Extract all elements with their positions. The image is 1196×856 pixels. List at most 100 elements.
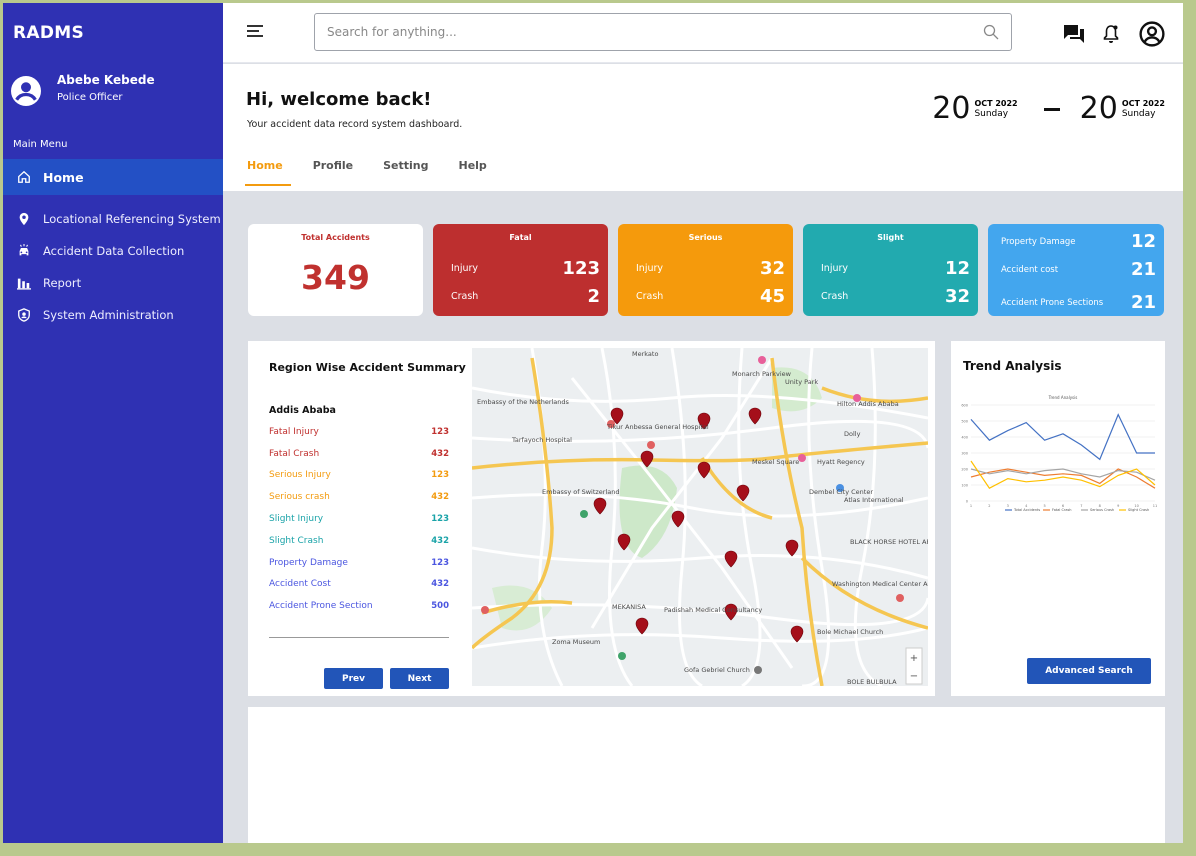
- sidebar-item-label: Home: [43, 169, 84, 185]
- summary-value: 123: [431, 557, 449, 568]
- card-title: Total Accidents: [301, 233, 370, 242]
- car-crash-icon: [17, 244, 31, 258]
- map-label: Zoma Museum: [552, 638, 601, 646]
- slight-crash-value: 32: [944, 286, 970, 307]
- fatal-card[interactable]: Fatal Injury 123 Crash 2: [433, 224, 608, 316]
- property-damage-value: 12: [1130, 231, 1156, 252]
- summary-value: 432: [431, 535, 449, 546]
- slight-injury-value: 12: [944, 258, 970, 279]
- notification-bell-icon[interactable]: [1103, 24, 1119, 44]
- card-title: Fatal: [509, 233, 532, 242]
- summary-label: Fatal Injury: [269, 426, 319, 437]
- home-icon: [17, 170, 31, 184]
- chart-y-tick: 500: [961, 420, 968, 424]
- map-label: Meskel Square: [752, 458, 800, 466]
- summary-label: Fatal Crash: [269, 448, 320, 459]
- total-accidents-card[interactable]: Total Accidents 349: [248, 224, 423, 316]
- total-accidents-value: 349: [301, 258, 370, 297]
- sidebar-item-accident-data-collection[interactable]: Accident Data Collection: [3, 235, 223, 267]
- card-label: Crash: [821, 291, 849, 302]
- summary-row: Serious Injury 123: [269, 465, 449, 487]
- date-month: OCT 2022: [974, 98, 1018, 108]
- menu-title: Main Menu: [13, 139, 68, 150]
- trend-title: Trend Analysis: [963, 359, 1062, 373]
- sidebar-item-home[interactable]: Home: [3, 159, 223, 195]
- summary-value: 432: [431, 448, 449, 459]
- chart-title: Trend Analysis: [1048, 395, 1078, 400]
- search-box: [314, 13, 1012, 51]
- property-card[interactable]: Property Damage 12 Accident cost 21 Accide…: [988, 224, 1164, 316]
- chart-y-tick: 100: [961, 484, 968, 488]
- summary-label: Serious Injury: [269, 470, 331, 481]
- date-range[interactable]: 20 OCT 2022 Sunday 20 OCT 2022 Sunday: [932, 94, 1165, 124]
- tab-help[interactable]: Help: [459, 159, 487, 186]
- map-label: Tikur Anbessa General Hospital: [607, 423, 709, 431]
- region-name: Addis Ababa: [269, 405, 336, 416]
- chat-icon[interactable]: [1063, 24, 1085, 44]
- summary-label: Slight Crash: [269, 535, 324, 546]
- map-label: Monarch Parkview: [732, 370, 791, 378]
- chart-y-tick: 400: [961, 436, 968, 440]
- sidebar-item-label: Locational Referencing System: [43, 212, 221, 226]
- summary-value: 123: [431, 514, 449, 525]
- svg-text:−: −: [910, 671, 918, 682]
- chart-y-tick: 200: [961, 468, 968, 472]
- page-title: Hi, welcome back!: [246, 89, 432, 110]
- sidebar: RADMS Abebe Kebede Police Officer Main M…: [3, 3, 223, 843]
- accident-map[interactable]: + − Merkato Monarch Parkview Unity Park Emb…: [472, 348, 928, 686]
- dashboard-header: Hi, welcome back! Your accident data rec…: [223, 64, 1183, 191]
- chart-series-line: [970, 460, 1156, 489]
- legend-label: Fatal Crash: [1052, 508, 1072, 512]
- card-label: Property Damage: [1001, 236, 1076, 247]
- bar-chart-icon: [17, 276, 31, 290]
- serious-card[interactable]: Serious Injury 32 Crash 45: [618, 224, 793, 316]
- search-icon[interactable]: [983, 24, 999, 40]
- trend-chart[interactable]: 01002003004005006001 2 3 4 5 6 7 8 9 10 11Trend An…: [955, 391, 1161, 515]
- summary-label: Accident Cost: [269, 579, 331, 590]
- summary-label: Serious crash: [269, 492, 330, 503]
- sidebar-nav: Home Locational Referencing System Accid…: [3, 159, 223, 331]
- next-button[interactable]: Next: [390, 668, 449, 689]
- user-profile[interactable]: Abebe Kebede Police Officer: [11, 73, 155, 106]
- date-from[interactable]: 20 OCT 2022 Sunday: [932, 94, 1017, 124]
- tab-home[interactable]: Home: [245, 159, 291, 186]
- summary-label: Slight Injury: [269, 514, 324, 525]
- date-to[interactable]: 20 OCT 2022 Sunday: [1080, 94, 1165, 124]
- legend-label: Serious Crash: [1090, 508, 1114, 512]
- summary-row: Accident Prone Section 500: [269, 595, 449, 617]
- sidebar-item-report[interactable]: Report: [3, 267, 223, 299]
- map-label: Atlas International: [844, 496, 904, 504]
- date-day: 20: [1079, 91, 1118, 126]
- map-label: Embassy of Switzerland: [542, 488, 620, 496]
- serious-crash-value: 45: [759, 286, 785, 307]
- card-label: Crash: [451, 291, 479, 302]
- map-label: Dolly: [844, 430, 861, 438]
- summary-value: 432: [431, 579, 449, 590]
- chart-y-tick: 600: [961, 404, 968, 408]
- app-window: RADMS Abebe Kebede Police Officer Main M…: [3, 3, 1183, 843]
- map-label: Dembel City Center: [809, 488, 874, 496]
- sidebar-item-locational-referencing[interactable]: Locational Referencing System: [3, 203, 223, 235]
- top-bar: [223, 3, 1183, 63]
- card-label: Injury: [821, 263, 849, 274]
- prev-button[interactable]: Prev: [324, 668, 383, 689]
- card-title: Slight: [877, 233, 904, 242]
- summary-row: Slight Crash 432: [269, 530, 449, 552]
- slight-card[interactable]: Slight Injury 12 Crash 32: [803, 224, 978, 316]
- sidebar-item-system-administration[interactable]: System Administration: [3, 299, 223, 331]
- advanced-search-button[interactable]: Advanced Search: [1027, 658, 1151, 684]
- summary-row: Property Damage 123: [269, 552, 449, 574]
- chart-x-tick: 3: [1007, 504, 1009, 508]
- account-icon[interactable]: [1139, 21, 1165, 47]
- tab-setting[interactable]: Setting: [383, 159, 428, 186]
- tab-profile[interactable]: Profile: [313, 159, 353, 186]
- map-label: BOLE BULBULA: [847, 678, 897, 686]
- svg-text:+: +: [910, 653, 918, 664]
- summary-row: Slight Injury 123: [269, 508, 449, 530]
- hamburger-menu-icon[interactable]: [247, 25, 263, 39]
- card-label: Injury: [451, 263, 479, 274]
- search-input[interactable]: [315, 14, 955, 50]
- card-label: Accident cost: [1001, 264, 1059, 275]
- map-label: Merkato: [632, 350, 659, 358]
- app-logo[interactable]: RADMS: [13, 23, 84, 43]
